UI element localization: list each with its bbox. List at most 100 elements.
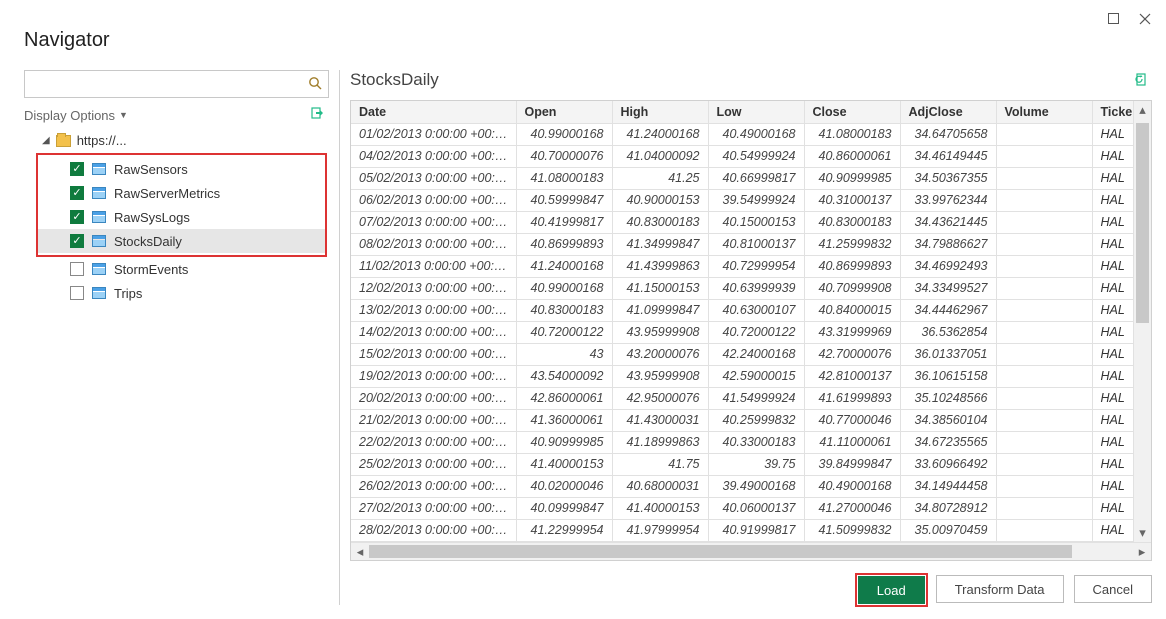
window-maximize-icon[interactable] [1106,12,1120,26]
tree-item-rawsyslogs[interactable]: RawSysLogs [38,205,325,229]
table-row[interactable]: 11/02/2013 0:00:00 +00:0041.2400016841.4… [351,255,1133,277]
dialog-footer: Load Transform Data Cancel [350,561,1152,605]
table-cell: 40.84000015 [804,299,900,321]
checkbox[interactable] [70,162,84,176]
scroll-thumb[interactable] [369,545,1072,558]
checkbox[interactable] [70,210,84,224]
scroll-left-icon[interactable]: ◂ [351,543,369,560]
table-row[interactable]: 15/02/2013 0:00:00 +00:004343.2000007642… [351,343,1133,365]
cancel-button[interactable]: Cancel [1074,575,1152,603]
table-row[interactable]: 13/02/2013 0:00:00 +00:0040.8300018341.0… [351,299,1133,321]
transform-data-button[interactable]: Transform Data [936,575,1064,603]
column-header[interactable]: Ticker [1092,101,1133,123]
table-cell [996,475,1092,497]
table-cell: 40.86000061 [804,145,900,167]
table-cell: 42.70000076 [804,343,900,365]
table-cell: 41.24000168 [612,123,708,145]
column-header[interactable]: Close [804,101,900,123]
table-cell: 42.81000137 [804,365,900,387]
checkbox[interactable] [70,262,84,276]
table-cell: 41.25 [612,167,708,189]
table-cell: 40.91999817 [708,519,804,541]
table-row[interactable]: 22/02/2013 0:00:00 +00:0040.9099998541.1… [351,431,1133,453]
table-row[interactable]: 21/02/2013 0:00:00 +00:0041.3600006141.4… [351,409,1133,431]
table-cell: 40.33000183 [708,431,804,453]
dialog-title: Navigator [24,29,1152,52]
table-cell: HAL [1092,453,1133,475]
refresh-preview-icon[interactable] [1134,71,1152,89]
checkbox[interactable] [70,286,84,300]
table-cell: 20/02/2013 0:00:00 +00:00 [351,387,516,409]
table-cell: 41.61999893 [804,387,900,409]
table-cell: 40.90000153 [612,189,708,211]
table-row[interactable]: 04/02/2013 0:00:00 +00:0040.7000007641.0… [351,145,1133,167]
table-cell: 21/02/2013 0:00:00 +00:00 [351,409,516,431]
column-header[interactable]: Low [708,101,804,123]
table-row[interactable]: 14/02/2013 0:00:00 +00:0040.7200012243.9… [351,321,1133,343]
table-row[interactable]: 12/02/2013 0:00:00 +00:0040.9900016841.1… [351,277,1133,299]
tree-item-trips[interactable]: Trips [38,281,329,305]
table-cell: 40.66999817 [708,167,804,189]
scroll-up-icon[interactable]: ▴ [1134,101,1151,119]
column-header[interactable]: Open [516,101,612,123]
scroll-thumb[interactable] [1136,123,1149,323]
window-close-icon[interactable] [1138,12,1152,26]
table-row[interactable]: 01/02/2013 0:00:00 +00:0040.9900016841.2… [351,123,1133,145]
load-button[interactable]: Load [858,576,925,604]
table-cell [996,277,1092,299]
scroll-down-icon[interactable]: ▾ [1134,524,1151,542]
table-cell: 40.72999954 [708,255,804,277]
table-row[interactable]: 06/02/2013 0:00:00 +00:0040.5999984740.9… [351,189,1133,211]
table-row[interactable]: 28/02/2013 0:00:00 +00:0041.2299995441.9… [351,519,1133,541]
tree-item-stormevents[interactable]: StormEvents [38,257,329,281]
tree-root-node[interactable]: ◢ https://... [24,130,329,151]
table-cell: 40.83000183 [612,211,708,233]
table-cell: 07/02/2013 0:00:00 +00:00 [351,211,516,233]
tree-item-stocksdaily[interactable]: StocksDaily [38,229,325,253]
table-cell: 15/02/2013 0:00:00 +00:00 [351,343,516,365]
caret-down-icon: ▼ [119,110,128,120]
refresh-tree-icon[interactable] [310,106,325,124]
table-cell: 36.01337051 [900,343,996,365]
table-cell: 39.84999847 [804,453,900,475]
column-header[interactable]: AdjClose [900,101,996,123]
navigator-tree: ◢ https://... RawSensors [24,130,329,605]
table-row[interactable]: 20/02/2013 0:00:00 +00:0042.8600006142.9… [351,387,1133,409]
table-cell: 42.86000061 [516,387,612,409]
search-box[interactable] [24,70,329,98]
column-header[interactable]: Date [351,101,516,123]
table-cell: 43.31999969 [804,321,900,343]
vertical-scrollbar[interactable]: ▴ ▾ [1133,101,1151,542]
table-cell: 41.04000092 [612,145,708,167]
pane-divider[interactable] [339,70,340,605]
column-header[interactable]: Volume [996,101,1092,123]
horizontal-scrollbar[interactable]: ◂ ▸ [351,542,1151,560]
table-cell: 40.83000183 [804,211,900,233]
checkbox[interactable] [70,186,84,200]
table-row[interactable]: 05/02/2013 0:00:00 +00:0041.0800018341.2… [351,167,1133,189]
tree-item-rawsensors[interactable]: RawSensors [38,157,325,181]
table-row[interactable]: 07/02/2013 0:00:00 +00:0040.4199981740.8… [351,211,1133,233]
navigator-left-pane: Display Options ▼ ◢ https://... [24,70,334,605]
checkbox[interactable] [70,234,84,248]
display-options-dropdown[interactable]: Display Options ▼ [24,108,128,123]
table-cell: 40.15000153 [708,211,804,233]
preview-table: DateOpenHighLowCloseAdjCloseVolumeTicker… [351,101,1133,542]
table-cell: 40.49000168 [804,475,900,497]
table-cell: 28/02/2013 0:00:00 +00:00 [351,519,516,541]
table-row[interactable]: 27/02/2013 0:00:00 +00:0040.0999984741.4… [351,497,1133,519]
table-cell [996,321,1092,343]
search-input[interactable] [31,76,308,93]
table-row[interactable]: 25/02/2013 0:00:00 +00:0041.4000015341.7… [351,453,1133,475]
table-cell: 25/02/2013 0:00:00 +00:00 [351,453,516,475]
scroll-right-icon[interactable]: ▸ [1133,543,1151,560]
table-cell [996,299,1092,321]
table-row[interactable]: 26/02/2013 0:00:00 +00:0040.0200004640.6… [351,475,1133,497]
table-cell: 40.83000183 [516,299,612,321]
table-cell [996,497,1092,519]
tree-item-rawservermetrics[interactable]: RawServerMetrics [38,181,325,205]
column-header[interactable]: High [612,101,708,123]
table-row[interactable]: 08/02/2013 0:00:00 +00:0040.8699989341.3… [351,233,1133,255]
table-row[interactable]: 19/02/2013 0:00:00 +00:0043.5400009243.9… [351,365,1133,387]
table-cell: HAL [1092,277,1133,299]
